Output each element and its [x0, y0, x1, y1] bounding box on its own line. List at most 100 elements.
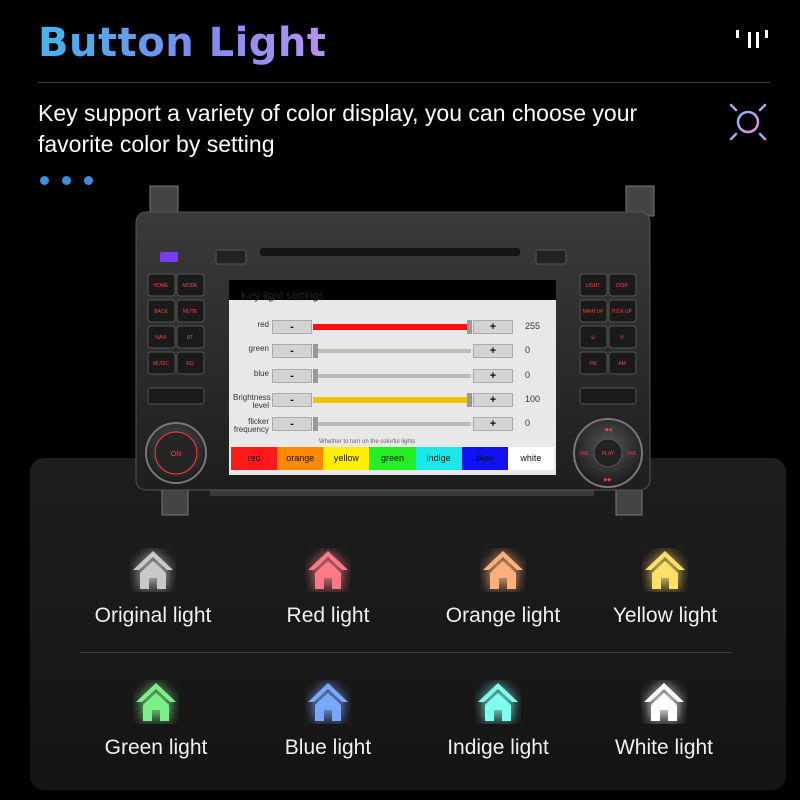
page-title: Button Light [38, 20, 327, 66]
svg-text:MUSIC: MUSIC [153, 361, 170, 367]
svg-text:VOL: VOL [627, 451, 637, 457]
svg-text:EQ: EQ [186, 361, 193, 367]
svg-text:✆: ✆ [620, 335, 624, 341]
home-icon [133, 551, 173, 589]
light-label: Red light [286, 604, 370, 627]
home-icon [483, 551, 523, 589]
slider-row: Brightness level - +100 [229, 390, 556, 410]
color-option-yellow[interactable]: yellow [323, 447, 370, 470]
color-option-green[interactable]: green [369, 447, 416, 470]
slider-track[interactable] [313, 369, 471, 383]
light-label: White light [614, 736, 714, 759]
increase-button[interactable]: + [473, 393, 513, 407]
light-option: Red light [243, 548, 413, 628]
decrease-button[interactable]: - [272, 320, 312, 334]
svg-text:▶▶: ▶▶ [604, 477, 612, 483]
light-label: Blue light [284, 736, 372, 759]
slider-value: 255 [525, 321, 541, 331]
slider-label: blue [253, 369, 269, 378]
slider-row: red - +255 [229, 317, 556, 337]
svg-text:FM: FM [589, 361, 596, 367]
svg-text:BACK: BACK [154, 309, 168, 315]
slider-fill [313, 397, 471, 403]
decrease-button[interactable]: - [272, 344, 312, 358]
slider-track[interactable] [313, 344, 471, 358]
slider-value: 100 [525, 394, 541, 404]
colorful-lights-note: Whether to turn on the colorful lights [319, 439, 416, 445]
svg-text:HOME: HOME [154, 283, 170, 289]
svg-text:LIGHT: LIGHT [586, 283, 601, 289]
svg-text:MODE: MODE [183, 283, 199, 289]
slider-handle[interactable] [467, 320, 472, 334]
increase-button[interactable]: + [473, 369, 513, 383]
screen-title: Key light settings [241, 290, 325, 302]
increase-button[interactable]: + [473, 344, 513, 358]
home-icon [308, 683, 348, 721]
light-option: Blue light [243, 680, 413, 760]
decrease-button[interactable]: - [272, 417, 312, 431]
color-option-white[interactable]: white [507, 447, 554, 470]
slider-row: green - +0 [229, 341, 556, 361]
color-option-red[interactable]: red [231, 447, 278, 470]
brightness-icon [722, 96, 774, 148]
light-label: Green light [104, 736, 208, 759]
color-option-orange[interactable]: orange [277, 447, 324, 470]
svg-text:DISP: DISP [616, 283, 628, 289]
light-option: Original light [68, 548, 238, 628]
home-icon [308, 551, 348, 589]
color-selector: red orange yellow green indige blue white [231, 447, 554, 470]
slider-label: Brightness level [233, 393, 271, 410]
light-label: Indige light [447, 736, 549, 759]
slider-row: flicker frequency - +0 [229, 414, 556, 434]
svg-text:☏: ☏ [590, 335, 596, 341]
slider-handle[interactable] [467, 393, 472, 407]
slider-row: blue - +0 [229, 366, 556, 386]
slider-label: flicker frequency [233, 417, 269, 434]
svg-text:AM: AM [618, 361, 626, 367]
home-icon [644, 683, 684, 721]
increase-button[interactable]: + [473, 320, 513, 334]
light-label: Orange light [445, 604, 561, 627]
svg-text:NAVI: NAVI [155, 335, 166, 341]
svg-text:◀◀: ◀◀ [604, 427, 612, 433]
svg-text:PLAY: PLAY [602, 451, 615, 457]
svg-text:MUTE: MUTE [183, 309, 198, 315]
slider-handle[interactable] [313, 417, 318, 431]
home-icon [645, 551, 685, 589]
light-option: Indige light [413, 680, 583, 760]
home-icon [478, 683, 518, 721]
brand-logo-icon [736, 30, 768, 48]
svg-text:BT: BT [187, 335, 193, 341]
light-option: Orange light [418, 548, 588, 628]
slider-track[interactable] [313, 320, 472, 334]
settings-screen: Key light settings red - +255 green - +0 blue -… [229, 280, 556, 475]
color-option-indige[interactable]: indige [415, 447, 462, 470]
light-option: Yellow light [580, 548, 750, 628]
svg-text:MAIN UP: MAIN UP [583, 309, 605, 315]
light-label: Original light [94, 604, 212, 627]
slider-handle[interactable] [313, 344, 318, 358]
svg-text:VOL: VOL [579, 451, 589, 457]
light-option: Green light [71, 680, 241, 760]
decrease-button[interactable]: - [272, 393, 312, 407]
slider-label: green [248, 344, 269, 353]
lights-row-divider [80, 652, 732, 653]
slider-track[interactable] [313, 393, 472, 407]
slider-fill [313, 324, 471, 330]
slider-track[interactable] [313, 417, 471, 431]
home-icon [136, 683, 176, 721]
slider-value: 0 [525, 370, 531, 380]
svg-text:ON: ON [171, 451, 182, 458]
slider-value: 0 [525, 418, 531, 428]
increase-button[interactable]: + [473, 417, 513, 431]
slider-handle[interactable] [313, 369, 318, 383]
light-option: White light [579, 680, 749, 760]
light-label: Yellow light [612, 604, 718, 627]
decrease-button[interactable]: - [272, 369, 312, 383]
slider-value: 0 [525, 345, 531, 355]
header-divider [38, 82, 770, 83]
description-text: Key support a variety of color display, … [38, 100, 638, 157]
color-option-blue[interactable]: blue [461, 447, 508, 470]
svg-text:PICK UP: PICK UP [612, 309, 633, 315]
slider-label: red [257, 320, 269, 329]
